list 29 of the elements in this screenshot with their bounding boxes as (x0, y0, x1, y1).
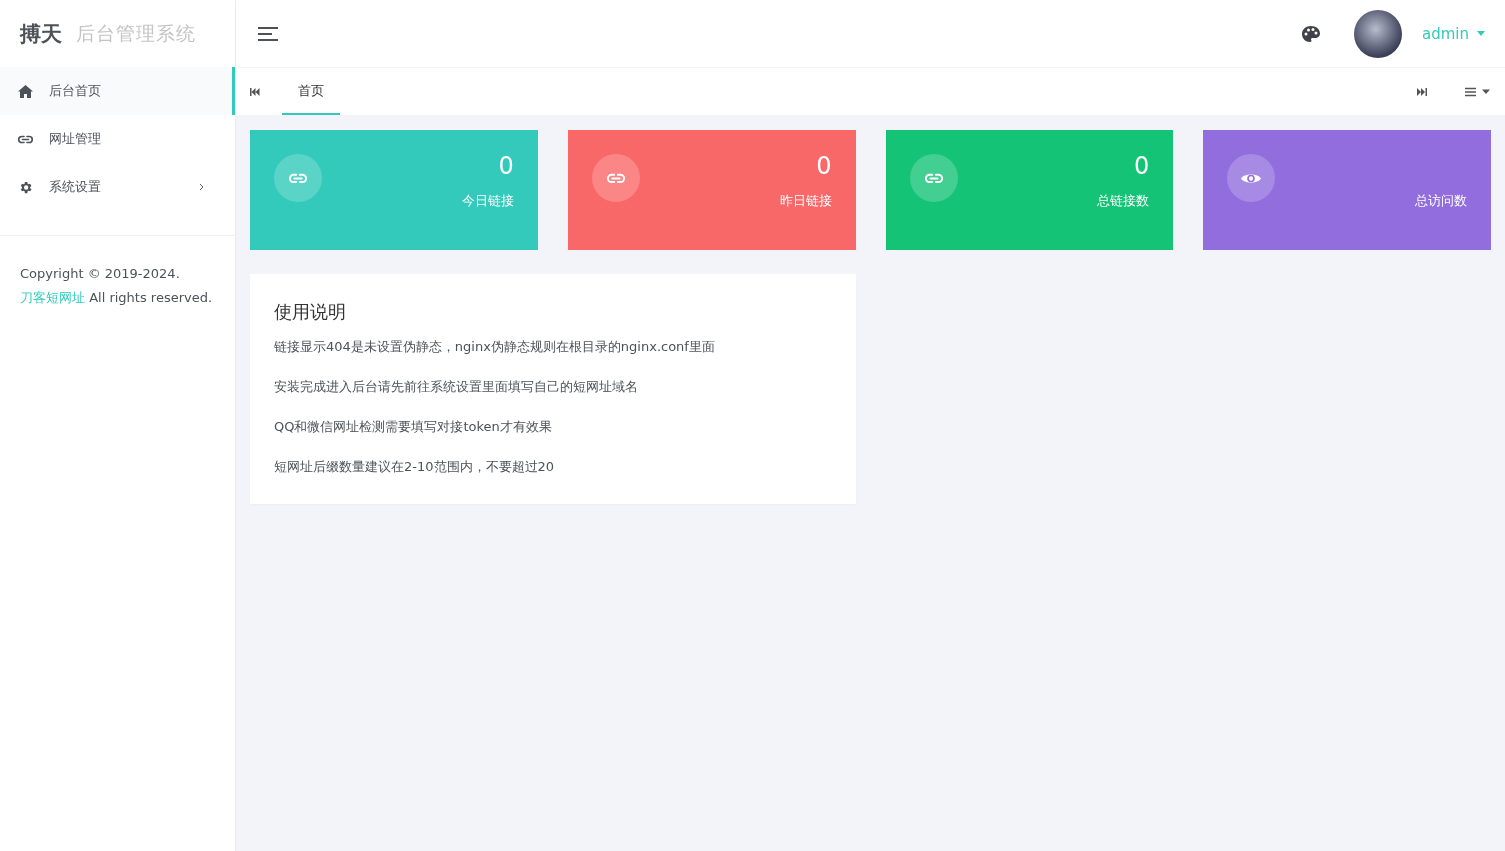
link-icon (606, 172, 625, 184)
link-icon (289, 172, 307, 184)
link-icon (924, 172, 943, 184)
brand-name: 搏天 (20, 20, 62, 48)
caret-icon (1477, 31, 1485, 36)
eye-icon (1241, 171, 1262, 185)
link-icon (18, 134, 33, 144)
avatar-placeholder[interactable] (1354, 9, 1402, 58)
stat-label: 总访问数 (1415, 192, 1467, 210)
settings-icon (18, 179, 33, 195)
panel-title: 使用说明 (274, 300, 347, 324)
stat-label: 总链接数 (1097, 192, 1150, 210)
stat-value: 0 (816, 152, 832, 180)
tab[interactable]: 首页 (282, 68, 340, 115)
sidebar-item-label: 网址管理 (49, 130, 102, 148)
instruction-text: 短网址后缀数量建议在2-10范围内，不要超过20 (274, 458, 556, 476)
sidebar-item-label: 系统设置 (49, 178, 102, 196)
sidebar-item[interactable]: 后台首页 (0, 67, 235, 115)
instruction-text: 安装完成进入后台请先前往系统设置里面填写自己的短网址域名 (274, 378, 639, 396)
instruction-text: 链接显示404是未设置伪静态，nginx伪静态规则在根目录的nginx.conf里面 (274, 338, 716, 356)
sidebar-item-label: 后台首页 (49, 82, 102, 100)
instruction-text: QQ和微信网址检测需要填写对接token才有效果 (274, 418, 553, 436)
copyright-text: Copyright © 2019-2024. 刀客短网址 All rights reserved. (19, 265, 214, 307)
stat-label: 昨日链接 (779, 192, 832, 210)
brand-subtitle: 后台管理系统 (76, 20, 196, 46)
home-icon (18, 84, 33, 98)
stat-label: 今日链接 (461, 192, 514, 210)
stat-value: 0 (498, 152, 514, 180)
stat-value: 0 (1133, 152, 1150, 180)
